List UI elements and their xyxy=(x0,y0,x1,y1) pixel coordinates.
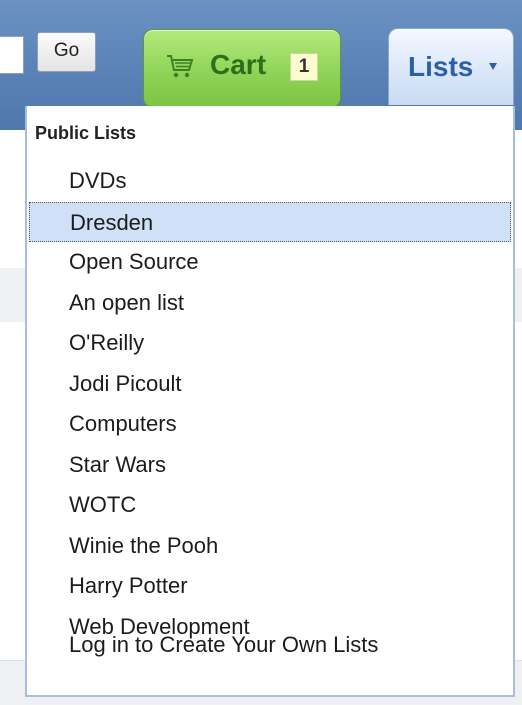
lists-label: Lists xyxy=(408,51,474,82)
menu-item-jodi-picoult[interactable]: Jodi Picoult xyxy=(27,364,513,405)
menu-item-harry-potter[interactable]: Harry Potter xyxy=(27,566,513,607)
menu-item-open-source[interactable]: Open Source xyxy=(27,242,513,283)
menu-item-oreilly[interactable]: O'Reilly xyxy=(27,323,513,364)
dropdown-heading: Public Lists xyxy=(35,123,137,143)
login-create-lists-link[interactable]: Log in to Create Your Own Lists xyxy=(69,632,378,658)
shopping-cart-icon xyxy=(167,55,194,78)
caret-down-icon xyxy=(489,63,497,70)
lists-button[interactable]: Lists xyxy=(388,28,514,105)
lists-dropdown-menu: Public Lists DVDs Dresden Open Source An… xyxy=(25,106,515,697)
menu-item-an-open-list[interactable]: An open list xyxy=(27,283,513,324)
go-button[interactable]: Go xyxy=(37,32,96,72)
menu-item-computers[interactable]: Computers xyxy=(27,404,513,445)
menu-items: DVDs Dresden Open Source An open list O'… xyxy=(27,161,513,647)
cart-count-badge: 1 xyxy=(290,53,318,81)
search-input[interactable] xyxy=(0,36,24,74)
cart-label: Cart xyxy=(210,49,267,80)
menu-item-star-wars[interactable]: Star Wars xyxy=(27,445,513,486)
menu-item-dresden[interactable]: Dresden xyxy=(29,201,511,242)
menu-item-dvds[interactable]: DVDs xyxy=(27,161,513,202)
menu-item-wotc[interactable]: WOTC xyxy=(27,485,513,526)
page: Go Cart 1 Lists Public Lists DVDs Dresde… xyxy=(0,0,522,705)
cart-button[interactable]: Cart 1 xyxy=(143,29,341,108)
menu-item-winie-the-pooh[interactable]: Winie the Pooh xyxy=(27,526,513,567)
